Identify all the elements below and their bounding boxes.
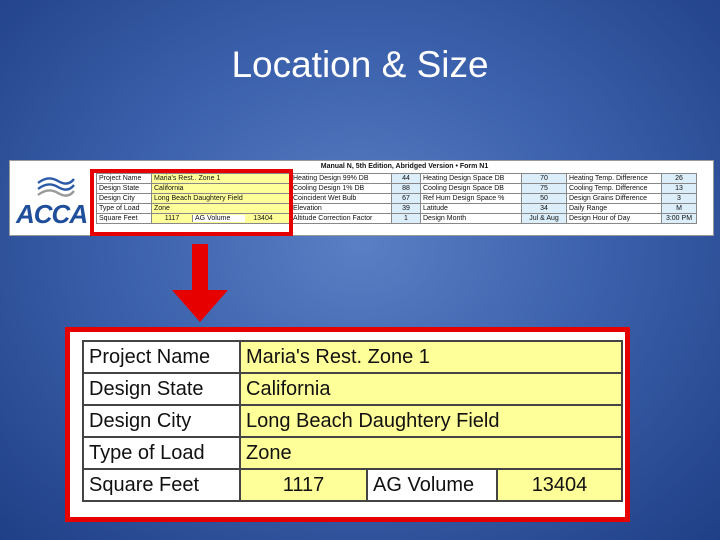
row-value: Long Beach Daughtery Field	[239, 404, 623, 438]
sheet-cell: 34	[521, 203, 567, 214]
table-row: Design City Long Beach Daughtery Field	[82, 404, 623, 438]
logo-waves-icon	[37, 177, 75, 197]
sheet-cell: Altitude Correction Factor	[290, 213, 392, 224]
sheet-cell: 70	[521, 173, 567, 184]
table-row: Project Name Maria's Rest. Zone 1	[82, 340, 623, 374]
row-label: Design State	[82, 372, 241, 406]
zoomed-table: Project Name Maria's Rest. Zone 1 Design…	[82, 340, 623, 502]
ag-volume-value: 13404	[496, 468, 623, 502]
sheet-cell: 1	[391, 213, 421, 224]
sheet-cell: Cooling Design 1% DB	[290, 183, 392, 194]
sheet-cell: 75	[521, 183, 567, 194]
arrow-down-icon	[172, 244, 228, 322]
sheet-cell: 67	[391, 193, 421, 204]
row-value: Maria's Rest. Zone 1	[239, 340, 623, 374]
logo-text: ACCA	[16, 199, 88, 229]
sheet-cell: Ref Hum Design Space %	[420, 193, 522, 204]
sheet-cell: Coincident Wet Bulb	[290, 193, 392, 204]
sheet-cell: 13	[661, 183, 697, 194]
sheet-cell: 3	[661, 193, 697, 204]
row-label: Project Name	[82, 340, 241, 374]
row-value: California	[239, 372, 623, 406]
table-row: Design State California	[82, 372, 623, 406]
sheet-cell: Daily Range	[566, 203, 662, 214]
square-feet-value: 1117	[239, 468, 368, 502]
sheet-cell: Latitude	[420, 203, 522, 214]
sheet-cell: Heating Design Space DB	[420, 173, 522, 184]
sheet-cell: 39	[391, 203, 421, 214]
sheet-cell: Cooling Design Space DB	[420, 183, 522, 194]
sheet-cell: Design Grains Difference	[566, 193, 662, 204]
table-row: Square Feet 1117 AG Volume 13404	[82, 468, 623, 502]
sheet-cell: Cooling Temp. Difference	[566, 183, 662, 194]
highlight-box-small	[90, 169, 293, 236]
sheet-cell: 88	[391, 183, 421, 194]
square-feet-label: Square Feet	[82, 468, 241, 502]
sheet-cell: 44	[391, 173, 421, 184]
zoomed-table-frame: Project Name Maria's Rest. Zone 1 Design…	[65, 327, 630, 522]
row-label: Design City	[82, 404, 241, 438]
sheet-cell: 26	[661, 173, 697, 184]
sheet-cell: Jul & Aug	[521, 213, 567, 224]
table-row: Type of Load Zone	[82, 436, 623, 470]
sheet-cell: 50	[521, 193, 567, 204]
sheet-cell: Heating Temp. Difference	[566, 173, 662, 184]
sheet-cell: Heating Design 99% DB	[290, 173, 392, 184]
ag-volume-label: AG Volume	[366, 468, 498, 502]
slide-title: Location & Size	[231, 44, 489, 85]
sheet-cell: M	[661, 203, 697, 214]
sheet-cell: Elevation	[290, 203, 392, 214]
sheet-cell: 3:00 PM	[661, 213, 697, 224]
sheet-cell: Design Month	[420, 213, 522, 224]
row-label: Type of Load	[82, 436, 241, 470]
row-value: Zone	[239, 436, 623, 470]
acca-logo: ACCA	[10, 161, 96, 235]
sheet-cell: Design Hour of Day	[566, 213, 662, 224]
